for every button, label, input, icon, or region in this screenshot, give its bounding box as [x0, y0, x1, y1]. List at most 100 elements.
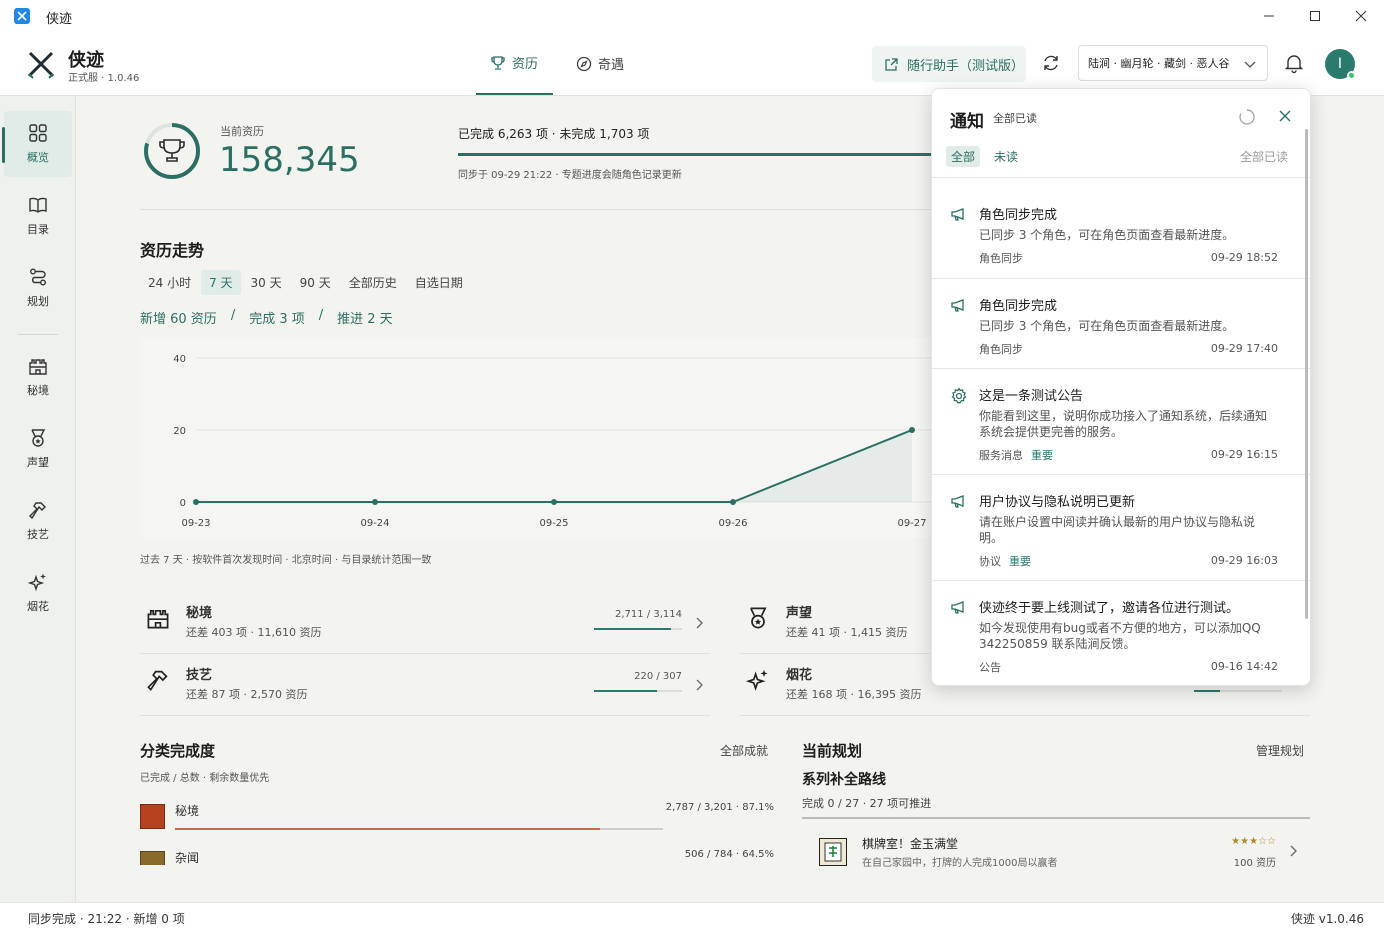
tab-label: 奇遇	[598, 58, 625, 73]
category-remaining: 还差 41 项 · 1,415 资历	[786, 626, 908, 639]
category-thumbnail	[140, 851, 165, 865]
tab-zili[interactable]: 资历	[476, 32, 553, 95]
plan-item-stars: ★★★☆☆	[1231, 836, 1276, 847]
category-name: 声望	[786, 606, 813, 621]
sidebar-item-label: 技艺	[27, 528, 49, 541]
sidebar-item-label: 秘境	[27, 384, 49, 397]
sidebar-item-catalog[interactable]: 目录	[4, 183, 72, 249]
chart-y-tick-label: 20	[173, 426, 186, 437]
sidebar-item-overview[interactable]: 概览	[2, 111, 72, 177]
manage-plan-link[interactable]: 管理规划	[1256, 742, 1304, 759]
notification-item-title: 用户协议与隐私说明已更新	[979, 495, 1136, 510]
completion-row-value: 2,787 / 3,201 · 87.1%	[665, 802, 774, 813]
close-window-button[interactable]	[1338, 0, 1384, 32]
category-remaining: 还差 168 项 · 16,395 资历	[786, 688, 922, 701]
important-badge: 重要	[1009, 555, 1031, 568]
trend-stats: 新增 60 资历 / 完成 3 项 / 推进 2 天	[140, 308, 393, 327]
avatar-letter: I	[1337, 56, 1343, 72]
category-name: 技艺	[186, 668, 213, 683]
tab-label: 资历	[512, 57, 539, 72]
completion-row[interactable]: 杂闻 506 / 784 · 64.5%	[140, 845, 774, 865]
sidebar-item-label: 声望	[27, 456, 49, 469]
stat-completed: 完成 3 项	[249, 312, 305, 327]
chart-data-point	[551, 499, 557, 505]
notification-item-body: 请在账户设置中阅读并确认最新的用户协议与隐私说明。	[979, 515, 1256, 545]
notification-item[interactable]: 这是一条测试公告 你能看到这里，说明你成功接入了通知系统，后续通知系统会提供更完…	[932, 369, 1310, 475]
important-badge: 重要	[1031, 449, 1053, 462]
notification-item-title: 角色同步完成	[979, 208, 1058, 223]
sidebar-item-craft[interactable]: 技艺	[4, 488, 72, 554]
close-notification-button[interactable]	[1278, 109, 1292, 123]
range-tabs: 24 小时 7 天 30 天 90 天 全部历史 自选日期	[140, 270, 473, 295]
sidebar-item-fireworks[interactable]: 烟花	[4, 560, 72, 626]
trend-title: 资历走势	[140, 241, 205, 260]
notification-item-tag: 公告	[979, 661, 1001, 674]
avatar[interactable]: I	[1325, 49, 1356, 80]
sync-info: 同步于 09-29 21:22 · 专题进度会随角色记录更新	[458, 170, 682, 181]
range-tab-24h[interactable]: 24 小时	[140, 270, 199, 295]
window-title: 侠迹	[46, 12, 73, 27]
chart-area	[196, 430, 912, 502]
plan-title: 当前规划	[802, 742, 863, 760]
range-tab-all[interactable]: 全部历史	[341, 270, 405, 295]
notification-item-body: 已同步 3 个角色，可在角色页面查看最新进度。	[979, 228, 1235, 242]
notification-scrollbar[interactable]	[1305, 129, 1308, 619]
plan-item[interactable]: 棋牌室！金玉满堂 在自己家园中，打牌的人完成1000局以赢者 ★★★☆☆ 100…	[802, 832, 1310, 872]
range-tab-90d[interactable]: 90 天	[292, 270, 339, 295]
notification-bell-button[interactable]	[1283, 52, 1305, 74]
range-tab-7d[interactable]: 7 天	[201, 270, 241, 295]
notification-tag-text: 协议	[979, 555, 1001, 568]
character-select[interactable]: 陆涧 · 幽月轮 · 藏剑 · 恶人谷	[1078, 45, 1268, 81]
completion-row-value: 506 / 784 · 64.5%	[684, 849, 774, 860]
category-progress-bar	[594, 628, 682, 630]
category-card-dungeon[interactable]: 秘境 还差 403 项 · 11,610 资历 2,711 / 3,114	[140, 592, 710, 654]
notification-item[interactable]: 侠迹终于要上线测试了，邀请各位进行测试。 如今发现使用有bug或者不方便的地方，…	[932, 581, 1310, 685]
window-title-bar: 侠迹	[0, 0, 1384, 32]
range-tab-custom[interactable]: 自选日期	[407, 270, 471, 295]
bell-icon	[1284, 55, 1304, 74]
stat-days: 推进 2 天	[337, 312, 393, 327]
app-logo-icon	[26, 50, 56, 80]
route-icon	[30, 268, 46, 286]
completion-title: 分类完成度	[140, 742, 216, 760]
companion-helper-button[interactable]: 随行助手（测试版）	[872, 46, 1026, 82]
sidebar-item-plan[interactable]: 规划	[4, 255, 72, 321]
all-achievements-link[interactable]: 全部成就	[720, 742, 768, 759]
completion-summary: 已完成 6,263 项 · 未完成 1,703 项	[458, 127, 650, 141]
dashboard-icon	[29, 124, 47, 142]
notification-item[interactable]: 角色同步完成 已同步 3 个角色，可在角色页面查看最新进度。 角色同步 09-2…	[932, 279, 1310, 369]
refresh-button[interactable]	[1040, 52, 1064, 76]
sidebar-divider	[18, 334, 58, 335]
current-zili-label: 当前资历	[220, 125, 264, 138]
category-card-reputation[interactable]: 声望 还差 41 项 · 1,415 资历	[740, 592, 930, 654]
megaphone-icon	[951, 601, 964, 614]
plan-progress: 完成 0 / 27 · 27 项可推进	[802, 797, 932, 810]
notification-tab-all[interactable]: 全部	[946, 146, 981, 167]
tab-qiyu[interactable]: 奇遇	[576, 32, 624, 95]
notification-panel: 通知 全部已读 全部 未读 全部已读 角色同步完成 已同步 3 个角色，可在角色…	[931, 88, 1311, 686]
notification-tab-unread[interactable]: 未读	[989, 146, 1023, 167]
completion-row-name: 杂闻	[175, 851, 200, 865]
chart-x-tick-label: 09-26	[718, 518, 747, 529]
current-zili-value: 158,345	[219, 140, 360, 180]
notification-title: 通知	[950, 112, 984, 132]
maximize-button[interactable]	[1292, 0, 1338, 32]
sparkle-icon	[746, 669, 768, 692]
progress-ring	[143, 122, 201, 180]
sidebar-item-dungeon[interactable]: 秘境	[4, 344, 72, 410]
chart-data-point	[372, 499, 378, 505]
category-progress: 2,711 / 3,114	[615, 609, 682, 620]
notification-item[interactable]: 角色同步完成 已同步 3 个角色，可在角色页面查看最新进度。 角色同步 09-2…	[932, 188, 1310, 279]
completion-row[interactable]: 秘境 2,787 / 3,201 · 87.1%	[140, 798, 774, 840]
notification-item-body: 如今发现使用有bug或者不方便的地方，可以添加QQ 342250859 联系陆涧…	[979, 621, 1261, 651]
mark-all-read-button[interactable]: 全部已读	[1240, 148, 1288, 165]
category-card-craft[interactable]: 技艺 还差 87 项 · 2,570 资历 220 / 307	[140, 654, 710, 716]
completion-progress-bar	[458, 153, 938, 156]
megaphone-icon	[951, 299, 964, 312]
stat-separator: /	[318, 308, 324, 323]
minimize-button[interactable]	[1246, 0, 1292, 32]
range-tab-30d[interactable]: 30 天	[243, 270, 290, 295]
notification-item[interactable]: 用户协议与隐私说明已更新 请在账户设置中阅读并确认最新的用户协议与隐私说明。 协…	[932, 475, 1310, 581]
sidebar-item-reputation[interactable]: 声望	[4, 416, 72, 482]
chart-x-tick-label: 09-23	[181, 518, 210, 529]
